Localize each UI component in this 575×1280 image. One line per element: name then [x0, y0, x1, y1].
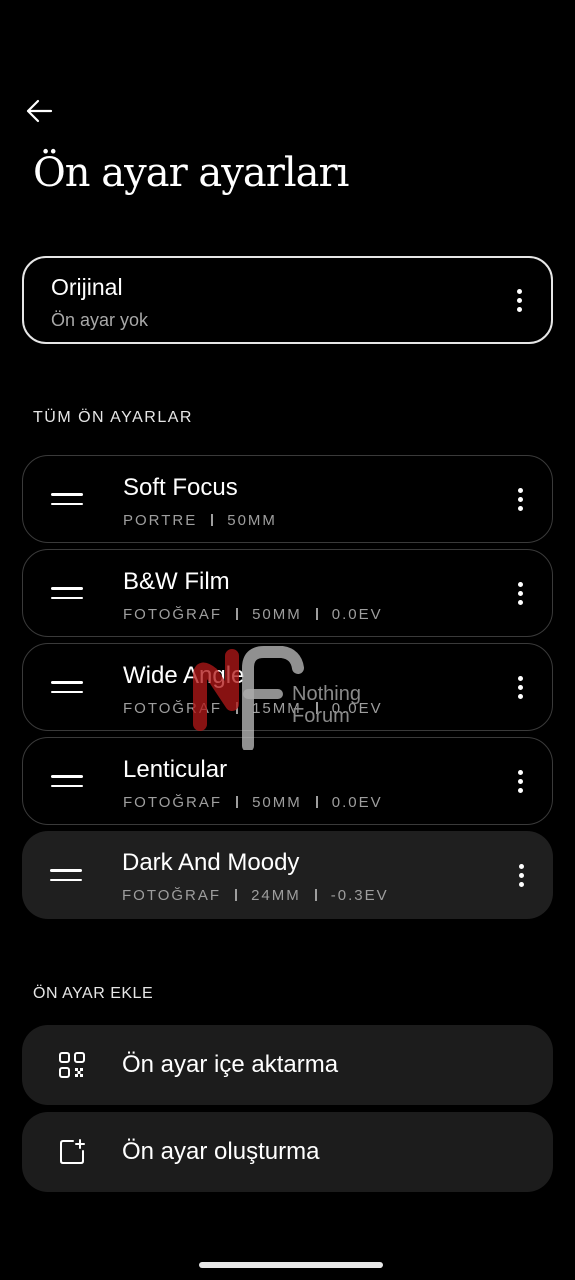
more-options-button[interactable] — [510, 766, 530, 796]
preset-meta: FOTOĞRAF 50MM 0.0EV — [123, 606, 383, 623]
preset-meta: FOTOĞRAF 24MM -0.3EV — [122, 887, 389, 904]
preset-focal: 50MM — [227, 512, 277, 529]
preset-meta: FOTOĞRAF 50MM 0.0EV — [123, 794, 383, 811]
watermark-text: Forum — [292, 705, 350, 727]
original-preset-card[interactable]: Orijinal Ön ayar yok — [22, 256, 553, 344]
preset-type: FOTOĞRAF — [123, 794, 223, 811]
preset-ev: 0.0EV — [331, 794, 383, 811]
more-vertical-icon — [517, 769, 523, 793]
more-options-button[interactable] — [511, 860, 531, 890]
drag-handle-icon[interactable] — [51, 775, 83, 787]
preset-focal: 50MM — [252, 794, 302, 811]
more-vertical-icon — [517, 675, 523, 699]
more-options-button[interactable] — [510, 672, 530, 702]
preset-type: PORTRE — [123, 512, 198, 529]
home-indicator[interactable] — [199, 1262, 383, 1268]
drag-handle-icon[interactable] — [51, 493, 83, 505]
more-vertical-icon — [518, 863, 524, 887]
preset-ev: -0.3EV — [330, 887, 389, 904]
arrow-left-icon — [26, 99, 53, 123]
qr-code-icon — [59, 1052, 85, 1078]
preset-name: Dark And Moody — [122, 849, 300, 876]
preset-item[interactable]: Wide Angle FOTOĞRAF 15MM 0.0EV — [22, 643, 553, 731]
drag-handle-icon[interactable] — [51, 681, 83, 693]
preset-item[interactable]: B&W Film FOTOĞRAF 50MM 0.0EV — [22, 549, 553, 637]
preset-type: FOTOĞRAF — [122, 887, 222, 904]
preset-type: FOTOĞRAF — [123, 700, 223, 717]
drag-handle-icon[interactable] — [50, 869, 82, 881]
preset-name: B&W Film — [123, 568, 230, 595]
preset-name: Wide Angle — [123, 662, 245, 689]
preset-type: FOTOĞRAF — [123, 606, 223, 623]
preset-item[interactable]: Soft Focus PORTRE 50MM — [22, 455, 553, 543]
preset-item[interactable]: Lenticular FOTOĞRAF 50MM 0.0EV — [22, 737, 553, 825]
more-vertical-icon — [517, 487, 523, 511]
drag-handle-icon[interactable] — [51, 587, 83, 599]
back-button[interactable] — [22, 94, 56, 128]
original-title: Orijinal — [51, 274, 123, 300]
more-options-button[interactable] — [510, 484, 530, 514]
original-subtitle: Ön ayar yok — [51, 310, 149, 330]
add-box-icon — [60, 1139, 85, 1164]
more-vertical-icon — [517, 581, 523, 605]
preset-name: Lenticular — [123, 756, 228, 783]
import-preset-label: Ön ayar içe aktarma — [122, 1051, 339, 1078]
create-preset-button[interactable]: Ön ayar oluşturma — [22, 1112, 553, 1192]
more-options-button[interactable] — [509, 285, 529, 315]
section-label-all-presets: TÜM ÖN AYARLAR — [33, 409, 193, 426]
create-preset-label: Ön ayar oluşturma — [122, 1138, 320, 1165]
preset-item-selected[interactable]: Dark And Moody FOTOĞRAF 24MM -0.3EV — [22, 831, 553, 919]
more-options-button[interactable] — [510, 578, 530, 608]
watermark-text: Nothing — [292, 683, 361, 705]
preset-ev: 0.0EV — [331, 606, 383, 623]
import-preset-button[interactable]: Ön ayar içe aktarma — [22, 1025, 553, 1105]
page-title: Ön ayar ayarları — [33, 150, 349, 196]
section-label-add-preset: ÖN AYAR EKLE — [33, 985, 154, 1002]
preset-meta: PORTRE 50MM — [123, 512, 277, 529]
more-vertical-icon — [516, 288, 522, 312]
preset-focal: 50MM — [252, 606, 302, 623]
preset-focal: 24MM — [251, 887, 301, 904]
preset-name: Soft Focus — [123, 474, 238, 501]
